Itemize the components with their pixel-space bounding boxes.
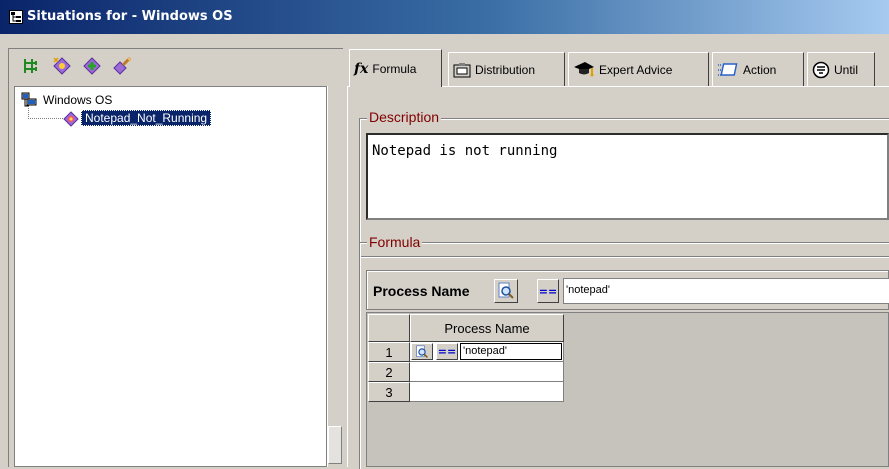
row-header[interactable]: 3 [368, 382, 410, 402]
tab-formula[interactable]: fx Formula [349, 49, 442, 87]
cell-value-editor[interactable]: 'notepad' [460, 343, 562, 360]
formula-value: 'notepad' [566, 284, 610, 296]
magnifier-icon [416, 344, 428, 358]
row-number: 3 [385, 384, 393, 400]
tab-until[interactable]: Until [807, 52, 875, 86]
tree-node-root[interactable]: Windows OS [43, 93, 112, 107]
situation-tree: Windows OS Notepad_Not_Running [14, 86, 327, 467]
tab-distribution[interactable]: Distribution [448, 52, 565, 86]
row-header[interactable]: 2 [368, 362, 410, 382]
tree-scrollbar[interactable] [327, 86, 343, 467]
distribution-icon [453, 62, 471, 77]
row-number: 1 [385, 344, 393, 360]
magnifier-icon [498, 282, 514, 299]
new-situation-icon[interactable] [51, 55, 73, 77]
tree-connector [28, 108, 68, 119]
create-another-icon[interactable] [81, 55, 103, 77]
until-icon [812, 61, 830, 78]
situation-icon [63, 111, 79, 127]
operator-button[interactable]: == [537, 279, 559, 303]
situation-toolbar [9, 49, 333, 85]
mortarboard-icon [574, 61, 594, 76]
tab-formula-label: Formula [372, 61, 417, 76]
formula-grid: Process Name 1 == 'notepad' 2 3 [366, 312, 889, 467]
attribute-lookup-button[interactable] [494, 279, 518, 303]
grid-cell[interactable]: == 'notepad' [410, 342, 564, 362]
scrollbar-thumb[interactable] [328, 426, 342, 464]
tree-node-situation-label: Notepad_Not_Running [81, 110, 212, 126]
cell-operator: == [437, 345, 457, 358]
operator-label: == [538, 284, 558, 298]
tree-node-situation[interactable]: Notepad_Not_Running [81, 110, 212, 126]
window-title-bar: Situations for - Windows OS [0, 0, 889, 34]
fx-icon: fx [354, 60, 369, 77]
row-number: 2 [385, 364, 393, 380]
situation-tree-icon [9, 10, 23, 24]
column-header[interactable]: Process Name [410, 314, 564, 342]
tab-action-label: Action [743, 62, 777, 77]
description-title: Description [367, 109, 442, 125]
delete-situation-icon[interactable] [111, 55, 133, 77]
tab-distribution-label: Distribution [475, 62, 536, 77]
column-header-label: Process Name [444, 320, 530, 336]
cell-lookup-button[interactable] [411, 343, 433, 360]
window-title: Situations for - Windows OS [27, 9, 233, 24]
description-text[interactable]: Notepad is not running [366, 133, 889, 220]
formula-title: Formula [367, 234, 423, 250]
formula-editor-bar: Process Name == 'notepad' [366, 270, 889, 310]
action-icon [718, 62, 738, 76]
cell-value: 'notepad' [463, 345, 507, 357]
computer-group-icon [21, 92, 37, 107]
grid-cell[interactable] [410, 362, 564, 382]
grid-corner [368, 314, 410, 342]
tab-action[interactable]: Action [712, 52, 804, 86]
row-header[interactable]: 1 [368, 342, 410, 362]
grid-cell[interactable] [410, 382, 564, 402]
tab-until-label: Until [834, 62, 859, 77]
formula-value-input[interactable]: 'notepad' [563, 278, 889, 304]
attribute-name: Process Name [373, 283, 470, 299]
tree-expand-icon[interactable] [21, 55, 43, 77]
tab-expert-advice[interactable]: Expert Advice [568, 52, 709, 86]
tab-expert-advice-label: Expert Advice [599, 62, 673, 77]
cell-operator-button[interactable]: == [436, 343, 458, 360]
